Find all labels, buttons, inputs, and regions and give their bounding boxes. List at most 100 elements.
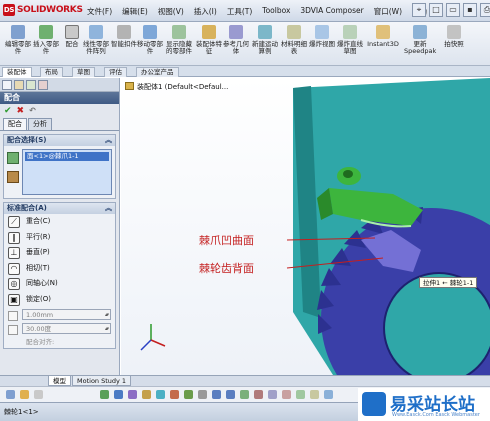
instant3d-button[interactable]: Instant3D [366, 24, 400, 64]
options-icon[interactable] [310, 390, 319, 399]
appearance-icon[interactable] [170, 390, 179, 399]
display-manager-icon[interactable] [38, 80, 48, 90]
snapshot-icon [447, 25, 461, 39]
view-settings-icon[interactable] [198, 390, 207, 399]
explode-line-sketch-button[interactable]: 爆炸直线草图 [336, 24, 364, 64]
tab-layout[interactable]: 布局 [40, 67, 63, 77]
pointer-icon[interactable] [6, 390, 15, 399]
mate-selection-list[interactable]: 面<1>@棘爪1-1 [22, 149, 112, 195]
mate-tangent[interactable]: ◠ 相切(T) [4, 261, 115, 277]
smart-fastener-button[interactable]: 智能扣件 [110, 24, 138, 64]
edit-component-button[interactable]: 编辑零部件 [4, 24, 32, 64]
watermark-logo-icon [362, 392, 386, 416]
coincident-icon: ⟋ [8, 216, 20, 228]
tab-model[interactable]: 模型 [48, 376, 71, 386]
angle-icon [8, 325, 18, 335]
hide-show-icon[interactable] [156, 390, 165, 399]
angle-input[interactable]: 30.00度 [22, 323, 111, 334]
view-orientation-icon[interactable] [114, 390, 123, 399]
tab-assembly[interactable]: 装配体 [2, 67, 32, 77]
collapse-chevron-icon[interactable]: ︽ [105, 203, 112, 214]
ratchet-annotation: 棘轮齿背面 [199, 262, 254, 275]
tab-office-products[interactable]: 办公室产品 [136, 67, 179, 77]
assembly-feature-icon [202, 25, 216, 39]
mate-lock[interactable]: ▣ 锁定(O) [4, 292, 115, 308]
parallel-icon: ∥ [8, 231, 20, 244]
menu-3dvia-composer[interactable]: 3DVIA Composer [295, 3, 368, 19]
tab-evaluate[interactable]: 评估 [104, 67, 127, 77]
solidworks-logo[interactable]: DS SOLIDWORKS [3, 4, 83, 16]
title-buttons: ⌖ □ ▭ ▪ ⎙ [412, 3, 490, 17]
mate-parallel[interactable]: ∥ 平行(R) [4, 230, 115, 246]
bom-button[interactable]: 材料明细表 [280, 24, 308, 64]
configuration-manager-icon[interactable] [26, 80, 36, 90]
feature-manager-icon[interactable] [2, 80, 12, 90]
speedpak-button[interactable]: 更新Speedpak [404, 24, 436, 64]
tab-mates[interactable]: 配合 [3, 118, 27, 130]
mate-perpendicular[interactable]: ⊥ 垂直(P) [4, 245, 115, 261]
menu-toolbox[interactable]: Toolbox [257, 3, 295, 19]
instant3d-icon [376, 25, 390, 39]
explode-line-sketch-icon [343, 25, 357, 39]
menu-tools[interactable]: 工具(T) [222, 3, 257, 19]
menu-view[interactable]: 视图(V) [153, 3, 189, 19]
print-icon[interactable]: ⎙ [480, 3, 490, 17]
snapshot-button[interactable]: 拍快照 [440, 24, 468, 64]
interference-icon[interactable] [296, 390, 305, 399]
filter-icon[interactable] [20, 390, 29, 399]
open-document-icon[interactable]: ▭ [446, 3, 460, 17]
mate-concentric[interactable]: ◎ 同轴心(N) [4, 276, 115, 292]
measure-icon[interactable] [268, 390, 277, 399]
collapse-chevron-icon[interactable]: ︽ [105, 135, 112, 146]
cancel-x-icon[interactable]: ✖ [17, 106, 25, 116]
view-triad[interactable] [140, 324, 166, 351]
help-icon[interactable] [324, 390, 333, 399]
new-motion-study-button[interactable]: 新建运动算例 [251, 24, 279, 64]
zoom-area-icon[interactable] [226, 390, 235, 399]
menu-edit[interactable]: 编辑(E) [117, 3, 153, 19]
command-tabs: 装配体 布局 草图 评估 办公室产品 [0, 66, 490, 77]
display-style-icon[interactable] [142, 390, 151, 399]
graphics-area[interactable]: 装配体1 (Default<Defaul... 棘爪凹曲面 棘轮齿背面 拉伸1 … [121, 78, 490, 375]
pan-icon[interactable] [254, 390, 263, 399]
save-icon[interactable]: ▪ [463, 3, 477, 17]
tab-motion-study[interactable]: Motion Study 1 [72, 376, 132, 386]
undo-icon[interactable]: ↶ [29, 106, 36, 116]
new-document-icon[interactable]: □ [429, 3, 443, 17]
property-manager-icon[interactable] [14, 80, 24, 90]
pin-options-icon[interactable] [7, 171, 19, 183]
mass-properties-icon[interactable] [282, 390, 291, 399]
distance-input[interactable]: 1.00mm [22, 309, 111, 320]
bottom-tabs: 模型 Motion Study 1 [0, 375, 490, 386]
tangent-icon: ◠ [8, 262, 20, 275]
rebuild-icon[interactable] [100, 390, 109, 399]
ok-check-icon[interactable]: ✔ [4, 106, 12, 116]
menu-insert[interactable]: 插入(I) [189, 3, 222, 19]
exploded-view-button[interactable]: 爆炸视图 [308, 24, 336, 64]
selected-entity[interactable]: 面<1>@棘爪1-1 [25, 152, 109, 161]
standard-mates-header[interactable]: 标准配合(A) ︽ [4, 203, 115, 214]
linear-pattern-icon [89, 25, 103, 39]
move-component-icon [143, 25, 157, 39]
mate-selection-header[interactable]: 配合选择(S) ︽ [4, 135, 115, 146]
undo-toolbar-icon[interactable] [34, 390, 43, 399]
mate-coincident[interactable]: ⟋ 重合(C) [4, 214, 115, 230]
menu-window[interactable]: 窗口(W) [369, 3, 407, 19]
rotate-icon[interactable] [240, 390, 249, 399]
command-manager: 编辑零部件 插入零部件 配合 线性零部件阵列 智能扣件 移动零部件 显示隐藏的零… [0, 22, 490, 66]
zoom-fit-icon[interactable] [212, 390, 221, 399]
show-hidden-button[interactable]: 显示隐藏的零部件 [165, 24, 193, 64]
scene-icon[interactable] [184, 390, 193, 399]
section-view-icon[interactable] [128, 390, 137, 399]
insert-component-button[interactable]: 插入零部件 [32, 24, 60, 64]
tab-analysis[interactable]: 分析 [28, 118, 52, 130]
move-component-button[interactable]: 移动零部件 [136, 24, 164, 64]
tab-sketch[interactable]: 草图 [72, 67, 95, 77]
reference-geometry-button[interactable]: 参考几何体 [222, 24, 250, 64]
assembly-feature-button[interactable]: 装配体特征 [195, 24, 223, 64]
model-render[interactable] [121, 78, 490, 375]
linear-pattern-button[interactable]: 线性零部件阵列 [82, 24, 110, 64]
pin-icon[interactable]: ⌖ [412, 3, 426, 17]
property-manager-title: 配合 [0, 92, 119, 104]
menu-file[interactable]: 文件(F) [82, 3, 117, 19]
